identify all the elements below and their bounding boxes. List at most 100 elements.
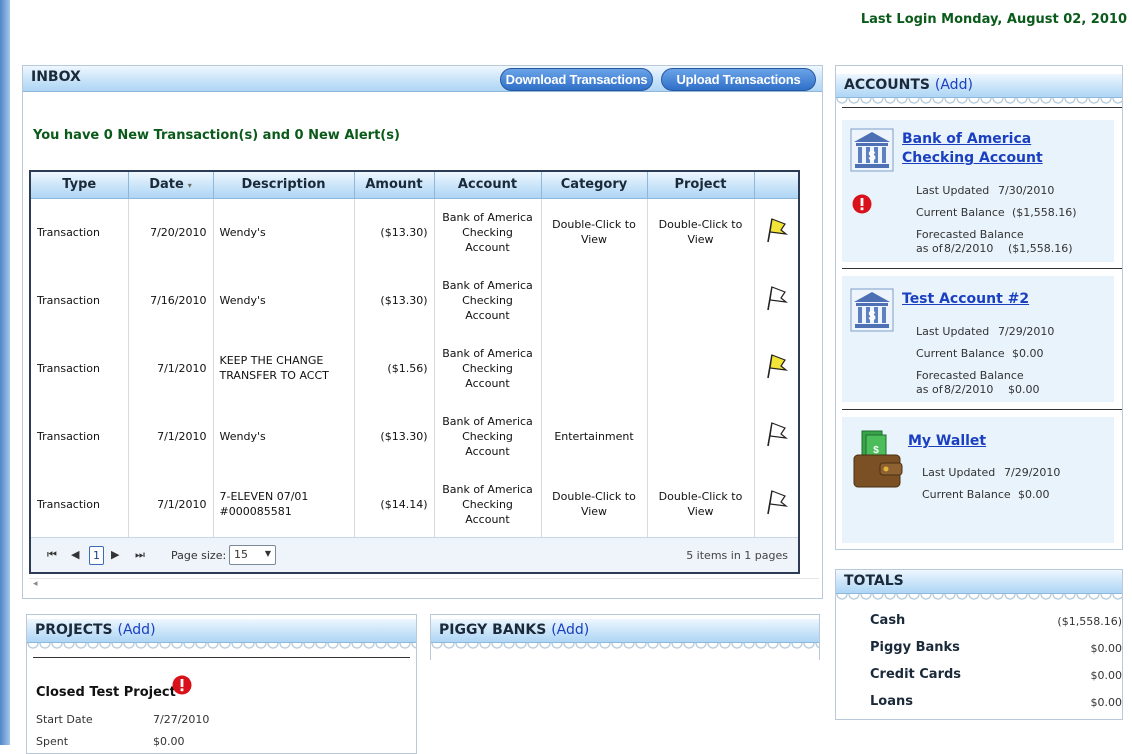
total-value: $0.00 xyxy=(1090,669,1123,682)
cell-project[interactable]: Double-Click to View xyxy=(647,470,755,538)
flag-icon[interactable] xyxy=(754,402,798,470)
piggy-banks-scallop xyxy=(431,643,819,650)
total-value: ($1,558.16) xyxy=(1057,615,1122,628)
table-row[interactable]: Transaction 7/1/2010 KEEP THE CHANGE TRA… xyxy=(31,334,798,402)
flag-icon[interactable] xyxy=(754,266,798,334)
total-row-piggy-banks: Piggy Banks $0.00 xyxy=(870,640,1122,655)
column-header-description[interactable]: Description xyxy=(213,172,355,199)
page-size-select[interactable]: 15 ▼ xyxy=(229,545,276,565)
table-row[interactable]: Transaction 7/20/2010 Wendy's ($13.30) B… xyxy=(31,198,798,266)
accounts-divider xyxy=(842,107,1122,108)
table-row[interactable]: Transaction 7/1/2010 7-ELEVEN 07/01 #000… xyxy=(31,470,798,538)
projects-panel: PROJECTS (Add) Closed Test Project Start… xyxy=(26,614,417,754)
total-label: Loans xyxy=(870,694,913,709)
cell-project[interactable] xyxy=(647,266,755,334)
current-balance-label: Current Balance xyxy=(922,488,1011,501)
account-divider xyxy=(842,268,1122,269)
download-transactions-button[interactable]: Download Transactions xyxy=(500,68,653,91)
alert-icon xyxy=(172,675,192,695)
account-card: $ My Wallet Last Updated 7/29/2010 Curre… xyxy=(842,417,1114,543)
last-updated-value: 7/29/2010 xyxy=(1004,466,1061,479)
total-label: Piggy Banks xyxy=(870,640,960,655)
bank-icon: $ xyxy=(850,288,894,332)
pager-bar: ⏮ ◀ 1 ▶ ⏭ Page size: 15 ▼ 5 items in 1 p… xyxy=(31,537,798,572)
first-page-icon[interactable]: ⏮ xyxy=(47,548,57,562)
current-balance-value: $0.00 xyxy=(1018,488,1050,501)
inbox-panel: INBOX Download Transactions Upload Trans… xyxy=(22,65,823,599)
flag-icon[interactable] xyxy=(754,470,798,538)
table-row[interactable]: Transaction 7/1/2010 Wendy's ($13.30) Ba… xyxy=(31,402,798,470)
accounts-panel: ACCOUNTS (Add) $ Bank of America Checkin… xyxy=(835,65,1123,550)
accounts-scallop xyxy=(836,98,1122,105)
column-header-amount[interactable]: Amount xyxy=(354,172,435,199)
column-header-date[interactable]: Date ▾ xyxy=(128,172,214,199)
last-login-text: Last Login Monday, August 02, 2010 xyxy=(860,12,1127,27)
cell-project[interactable] xyxy=(647,334,755,402)
last-updated-label: Last Updated xyxy=(916,325,990,338)
accounts-header: ACCOUNTS (Add) xyxy=(836,74,1122,98)
projects-divider xyxy=(33,657,410,658)
last-updated-label: Last Updated xyxy=(922,466,996,479)
cell-type: Transaction xyxy=(31,402,129,470)
cell-date: 7/16/2010 xyxy=(128,266,214,334)
cell-description: Wendy's xyxy=(213,266,355,334)
total-label: Credit Cards xyxy=(870,667,962,682)
piggy-banks-header: PIGGY BANKS (Add) xyxy=(431,619,819,643)
column-header-category[interactable]: Category xyxy=(541,172,648,199)
cell-category[interactable]: Double-Click to View xyxy=(541,470,648,538)
upload-transactions-button[interactable]: Upload Transactions xyxy=(661,68,816,91)
table-row[interactable]: Transaction 7/16/2010 Wendy's ($13.30) B… xyxy=(31,266,798,334)
account-name-link[interactable]: Bank of America Checking Account xyxy=(902,130,1092,168)
horizontal-scrollbar[interactable]: ◂ xyxy=(29,578,819,592)
column-header-account[interactable]: Account xyxy=(434,172,542,199)
cell-category[interactable]: Double-Click to View xyxy=(541,198,648,266)
cell-category[interactable]: Entertainment xyxy=(541,402,648,470)
svg-text:$: $ xyxy=(868,308,876,323)
next-page-icon[interactable]: ▶ xyxy=(111,548,119,561)
account-name-link[interactable]: My Wallet xyxy=(908,432,1088,451)
cell-type: Transaction xyxy=(31,334,129,402)
total-value: $0.00 xyxy=(1090,696,1123,709)
project-name[interactable]: Closed Test Project xyxy=(36,685,176,700)
cell-type: Transaction xyxy=(31,266,129,334)
flag-icon[interactable] xyxy=(754,198,798,266)
cell-account: Bank of America Checking Account xyxy=(434,402,542,470)
column-header-project[interactable]: Project xyxy=(647,172,755,199)
spent-value: $0.00 xyxy=(153,735,185,748)
add-account-link[interactable]: (Add) xyxy=(935,77,973,93)
pager-info: 5 items in 1 pages xyxy=(686,549,788,562)
cell-type: Transaction xyxy=(31,198,129,266)
svg-text:$: $ xyxy=(873,445,879,456)
current-page-button[interactable]: 1 xyxy=(89,546,104,565)
flag-icon[interactable] xyxy=(754,334,798,402)
page-size-value: 15 xyxy=(234,548,248,561)
total-row-credit-cards: Credit Cards $0.00 xyxy=(870,667,1122,682)
cell-date: 7/1/2010 xyxy=(128,470,214,538)
start-date-label: Start Date xyxy=(36,713,93,726)
last-page-icon[interactable]: ⏭ xyxy=(135,548,145,562)
cell-category[interactable] xyxy=(541,266,648,334)
column-header-flag xyxy=(754,172,798,199)
cell-project[interactable]: Double-Click to View xyxy=(647,198,755,266)
add-piggy-bank-link[interactable]: (Add) xyxy=(551,622,589,638)
svg-text:$: $ xyxy=(868,148,876,163)
current-balance-value: $0.00 xyxy=(1012,347,1044,360)
page-size-label: Page size: xyxy=(171,549,227,562)
cell-description: KEEP THE CHANGE TRANSFER TO ACCT xyxy=(213,334,355,402)
piggy-banks-panel: PIGGY BANKS (Add) xyxy=(430,614,820,660)
bank-icon: $ xyxy=(850,128,894,172)
total-row-loans: Loans $0.00 xyxy=(870,694,1122,709)
current-balance-label: Current Balance xyxy=(916,206,1005,219)
prev-page-icon[interactable]: ◀ xyxy=(71,548,79,561)
cell-type: Transaction xyxy=(31,470,129,538)
left-sidebar-strip xyxy=(0,0,10,745)
cell-project[interactable] xyxy=(647,402,755,470)
add-project-link[interactable]: (Add) xyxy=(118,622,156,638)
cell-amount: ($13.30) xyxy=(354,266,435,334)
forecast-asof: as of xyxy=(916,383,943,396)
cell-category[interactable] xyxy=(541,334,648,402)
account-name-link[interactable]: Test Account #2 xyxy=(902,290,1092,309)
column-header-type[interactable]: Type xyxy=(31,172,129,199)
new-transactions-message: You have 0 New Transaction(s) and 0 New … xyxy=(33,128,400,143)
total-row-cash: Cash ($1,558.16) xyxy=(870,613,1122,628)
